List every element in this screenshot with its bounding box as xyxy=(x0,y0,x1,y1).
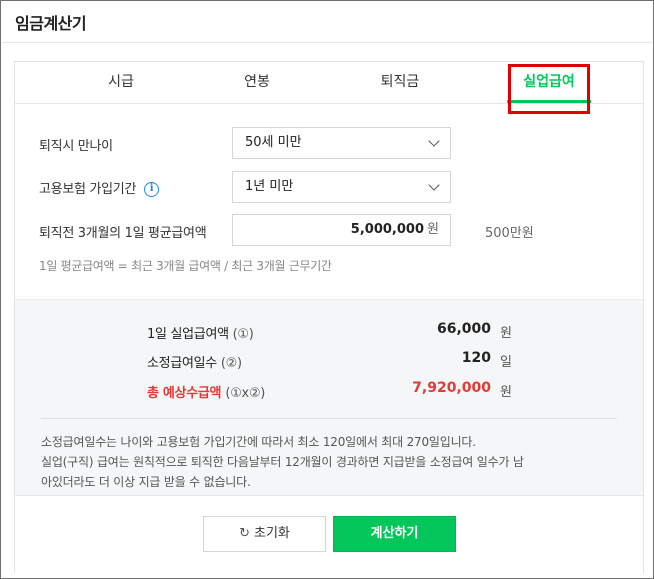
calculate-button[interactable]: 계산하기 xyxy=(333,516,456,552)
insurance-period-select-value: 1년 미만 xyxy=(245,179,294,194)
benefit-note-line: 소정급여일수는 나이와 고용보험 가입기간에 따라서 최소 120일에서 최대 … xyxy=(41,435,476,449)
formula-note: 1일 평균급여액 = 최근 3개월 급여액 / 최근 3개월 근무기간 xyxy=(39,259,332,273)
avg-wage-unit: 원 xyxy=(427,222,439,237)
tab-bar: 시급 연봉 퇴직금 실업급여 xyxy=(15,62,643,114)
title-divider xyxy=(2,42,652,43)
benefit-days-symbol: (②) xyxy=(220,356,242,371)
insurance-period-label-text: 고용보험 가입기간 xyxy=(39,182,137,197)
daily-benefit-value: 66,000 xyxy=(436,321,491,337)
total-benefit-label-text: 총 예상수급액 xyxy=(147,386,222,401)
tab-severance[interactable]: 퇴직금 xyxy=(350,62,450,103)
widget-title: 임금계산기 xyxy=(15,14,87,33)
chevron-down-icon xyxy=(428,135,440,147)
age-label: 퇴직시 만나이 xyxy=(39,139,113,154)
tab-unemployment-benefit[interactable]: 실업급여 xyxy=(499,62,599,103)
insurance-period-label: 고용보험 가입기간 i xyxy=(39,178,159,197)
reset-button-label: 초기화 xyxy=(254,526,290,541)
benefit-days-unit: 일 xyxy=(500,355,512,370)
total-benefit-value: 7,920,000 xyxy=(412,380,491,396)
insurance-period-select[interactable]: 1년 미만 xyxy=(232,171,451,203)
benefit-days-label-text: 소정급여일수 xyxy=(147,356,217,371)
benefit-days-label: 소정급여일수 (②) xyxy=(147,352,242,371)
age-select[interactable]: 50세 미만 xyxy=(232,127,451,159)
active-tab-underline xyxy=(507,100,591,103)
daily-benefit-symbol: (①) xyxy=(232,327,254,342)
avg-wage-field[interactable]: 원 xyxy=(232,214,451,246)
daily-benefit-label-text: 1일 실업급여액 xyxy=(147,327,229,342)
total-benefit-unit: 원 xyxy=(500,385,512,400)
button-bar: ↻ 초기화 계산하기 xyxy=(15,495,643,573)
age-select-value: 50세 미만 xyxy=(245,135,302,150)
daily-benefit-unit: 원 xyxy=(500,326,512,341)
wage-calculator-widget: 임금계산기 시급 연봉 퇴직금 실업급여 퇴직시 만나이 50세 미만 고용보험… xyxy=(0,0,654,579)
reset-button[interactable]: ↻ 초기화 xyxy=(203,516,326,552)
avg-wage-label: 퇴직전 3개월의 1일 평균급여액 xyxy=(39,226,207,241)
tab-annual-salary[interactable]: 연봉 xyxy=(207,62,307,103)
chevron-down-icon xyxy=(428,179,440,191)
benefit-notes: 소정급여일수는 나이와 고용보험 가입기간에 따라서 최소 120일에서 최대 … xyxy=(41,432,631,492)
tab-hourly[interactable]: 시급 xyxy=(71,62,171,103)
benefit-note-line: 실업(구직) 급여는 원칙적으로 퇴직한 다음날부터 12개월이 경과하면 지급… xyxy=(41,455,524,469)
benefit-days-value: 120 xyxy=(461,350,491,366)
tab-unemployment-benefit-label: 실업급여 xyxy=(523,74,575,90)
refresh-icon: ↻ xyxy=(239,526,250,541)
benefit-note-line: 아있더라도 더 이상 지급 받을 수 없습니다. xyxy=(41,475,251,489)
daily-benefit-label: 1일 실업급여액 (①) xyxy=(147,323,254,342)
avg-wage-hint: 500만원 xyxy=(485,226,534,241)
total-benefit-label: 총 예상수급액 (①x②) xyxy=(147,382,265,401)
avg-wage-input[interactable] xyxy=(244,215,424,245)
info-icon[interactable]: i xyxy=(143,182,159,197)
calculator-card: 시급 연봉 퇴직금 실업급여 퇴직시 만나이 50세 미만 고용보험 가입기간 … xyxy=(14,61,644,573)
results-divider xyxy=(41,418,617,419)
total-benefit-symbol: (①x②) xyxy=(225,386,266,401)
